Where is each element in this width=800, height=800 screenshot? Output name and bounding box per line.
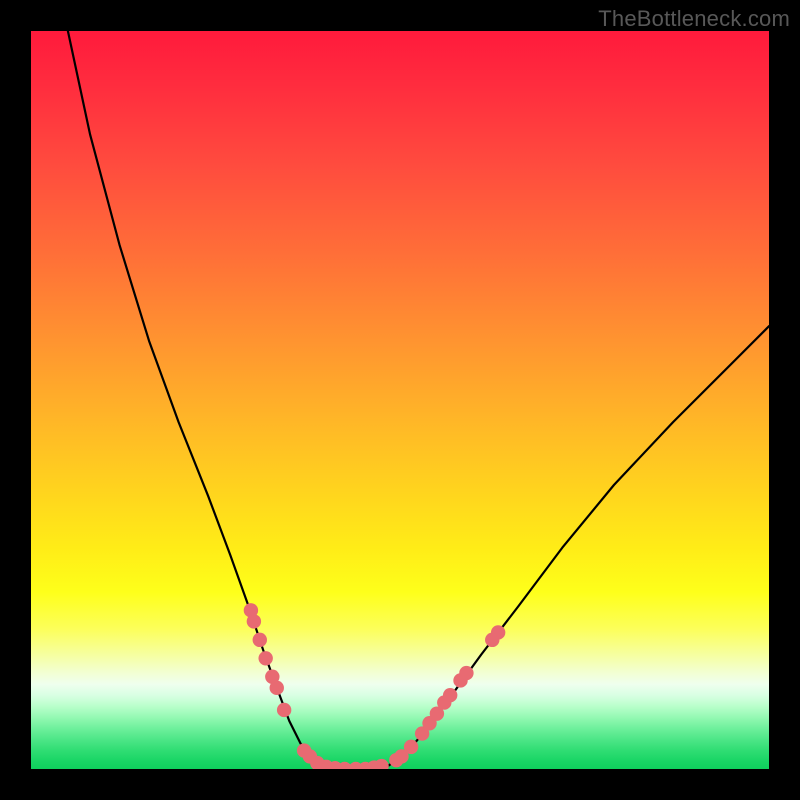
data-marker xyxy=(270,681,284,695)
data-marker xyxy=(404,740,418,754)
curve-group xyxy=(68,31,769,769)
chart-svg xyxy=(31,31,769,769)
data-marker xyxy=(374,759,388,769)
watermark-text: TheBottleneck.com xyxy=(598,6,790,32)
marker-group xyxy=(244,603,506,769)
bottleneck-curve xyxy=(68,31,769,769)
data-marker xyxy=(253,633,267,647)
data-marker xyxy=(459,666,473,680)
plot-area xyxy=(31,31,769,769)
outer-frame: TheBottleneck.com xyxy=(0,0,800,800)
data-marker xyxy=(277,703,291,717)
data-marker xyxy=(491,625,505,639)
data-marker xyxy=(443,688,457,702)
data-marker xyxy=(247,614,261,628)
data-marker xyxy=(258,651,272,665)
